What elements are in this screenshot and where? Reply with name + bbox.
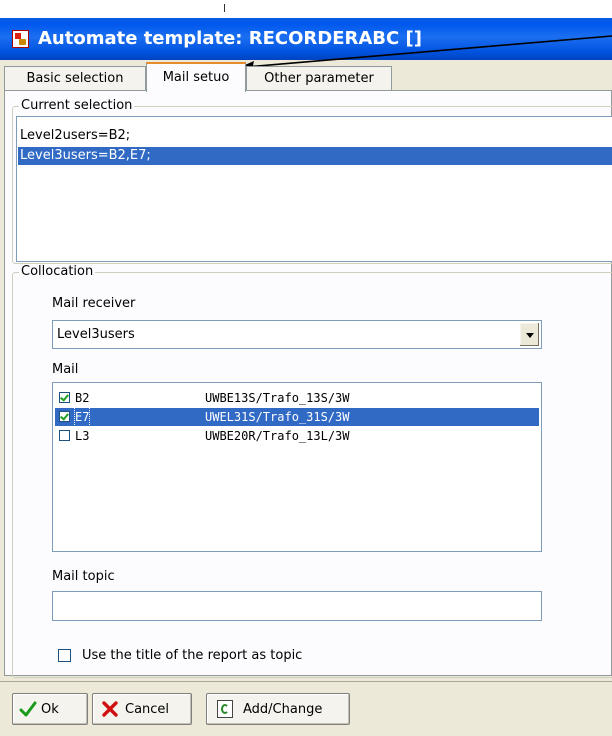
divider [0, 681, 612, 682]
mail-code: L3 [75, 429, 90, 443]
ok-label: Ok [41, 702, 59, 717]
dialog-window: Automate template: RECORDERABC [] Basic … [0, 0, 612, 736]
current-selection-list[interactable]: Level2users=B2; Level3users=B2,E7; [16, 116, 612, 262]
current-selection-label: Current selection [19, 98, 135, 114]
collocation-label: Collocation [19, 264, 96, 280]
cancel-label: Cancel [125, 702, 170, 717]
mail-list[interactable]: B2 UWBE13S/Trafo_13S/3W E7 UWEL31S/Trafo… [52, 382, 542, 552]
tick-mark [224, 4, 225, 12]
use-title-checkbox[interactable] [58, 649, 71, 662]
checkbox-unchecked-icon[interactable] [59, 430, 70, 441]
checkbox-checked-icon[interactable] [59, 411, 70, 422]
mail-receiver-value: Level3users [57, 327, 135, 342]
list-item-selected[interactable]: Level3users=B2,E7; [18, 147, 612, 165]
mail-topic-input[interactable] [52, 591, 542, 621]
use-title-label: Use the title of the report as topic [82, 648, 303, 663]
checkmark-icon [19, 701, 37, 717]
checkbox-checked-icon[interactable] [59, 392, 70, 403]
background-strip [0, 0, 612, 18]
mail-receiver-label: Mail receiver [52, 296, 136, 311]
title-bar[interactable]: Automate template: RECORDERABC [] [0, 18, 612, 60]
tab-basic-selection[interactable]: Basic selection [4, 66, 146, 90]
window-title: Automate template: RECORDERABC [] [38, 28, 422, 49]
mail-receiver-dropdown[interactable]: Level3users [52, 320, 542, 349]
ok-button[interactable]: Ok [12, 693, 88, 725]
mail-code: E7 [73, 407, 91, 427]
mail-code: B2 [75, 391, 90, 405]
refresh-icon [217, 700, 233, 718]
mail-path: UWEL31S/Trafo_31S/3W [205, 410, 350, 424]
add-change-button[interactable]: Add/Change [206, 693, 350, 725]
add-change-label: Add/Change [243, 702, 323, 717]
tab-other-parameter[interactable]: Other parameter [246, 66, 392, 90]
mail-row-b2[interactable]: B2 UWBE13S/Trafo_13S/3W [55, 389, 539, 407]
mail-row-e7[interactable]: E7 UWEL31S/Trafo_31S/3W [55, 407, 539, 427]
mail-row-l3[interactable]: L3 UWBE20R/Trafo_13L/3W [55, 427, 539, 445]
mail-path: UWBE20R/Trafo_13L/3W [205, 429, 350, 443]
cancel-button[interactable]: Cancel [92, 693, 192, 725]
app-icon [12, 30, 29, 48]
mail-label: Mail [52, 362, 79, 377]
tab-strip: Basic selection Mail setuo Other paramet… [4, 62, 610, 92]
close-icon [102, 701, 118, 717]
chevron-down-icon[interactable] [519, 322, 540, 347]
mail-topic-label: Mail topic [52, 569, 115, 584]
list-item[interactable]: Level2users=B2; [18, 127, 612, 145]
mail-path: UWBE13S/Trafo_13S/3W [205, 391, 350, 405]
tab-mail-setup[interactable]: Mail setuo [146, 62, 246, 92]
